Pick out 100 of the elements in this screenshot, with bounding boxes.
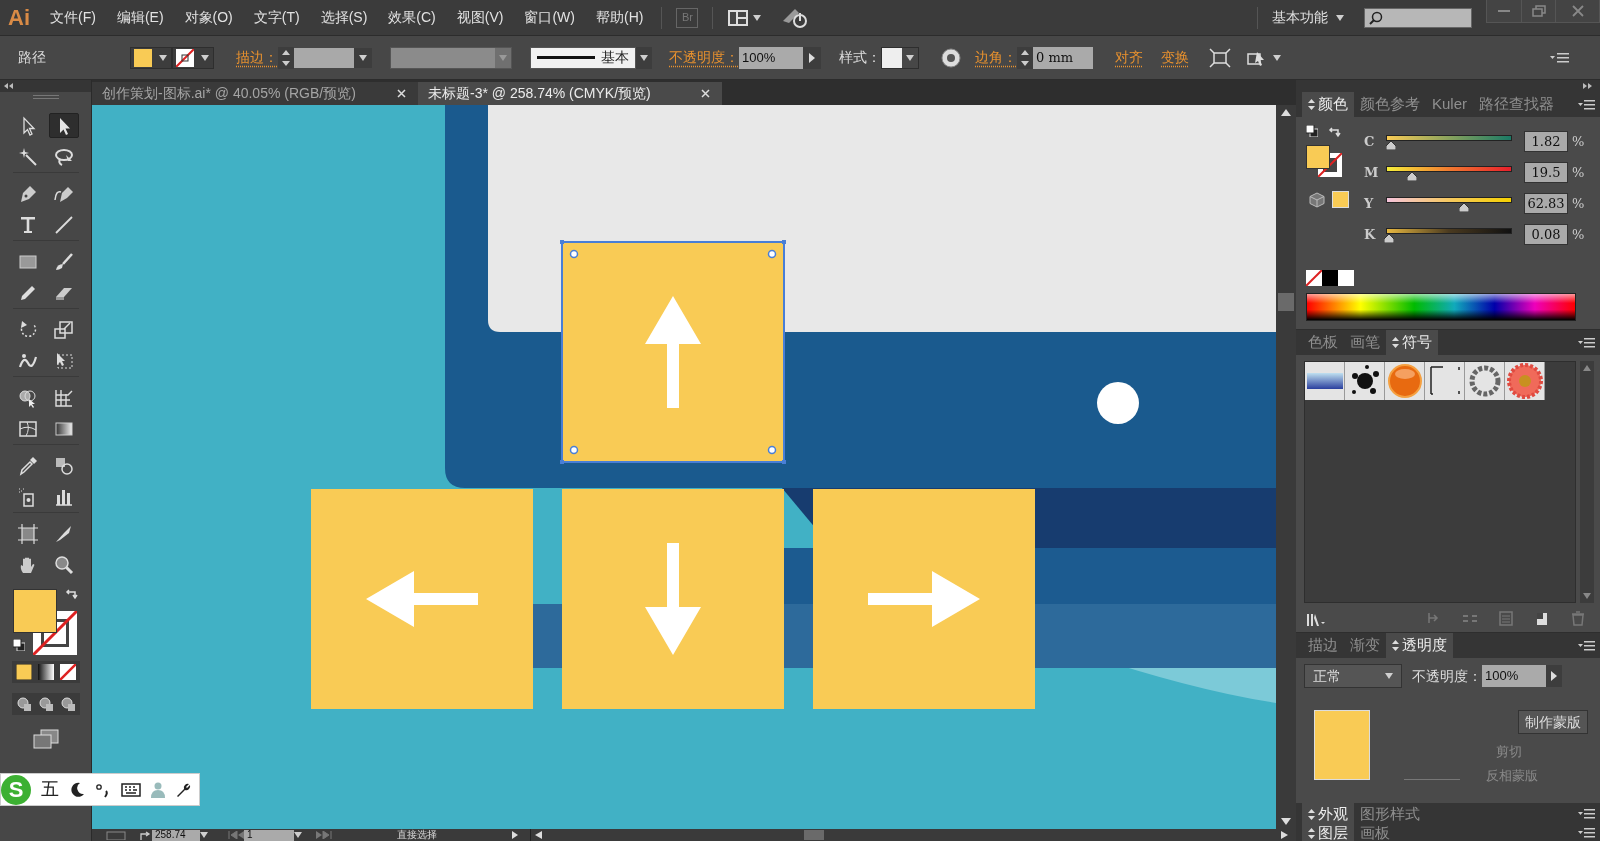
object-thumbnail[interactable] xyxy=(1314,710,1370,780)
next-page-icon[interactable] xyxy=(316,831,322,839)
collapse-icon[interactable] xyxy=(4,83,14,89)
panel-tab[interactable]: 描边 xyxy=(1302,633,1344,658)
default-colors-icon[interactable] xyxy=(12,639,25,651)
library-icon[interactable] xyxy=(1306,611,1326,626)
artboard-number-field[interactable]: 1 xyxy=(244,829,294,841)
draw-normal-icon[interactable] xyxy=(15,696,32,712)
opacity-field[interactable]: 100% xyxy=(739,46,803,69)
close-icon[interactable] xyxy=(701,89,710,98)
panel-menu-icon[interactable] xyxy=(1578,98,1596,111)
workspace-switcher[interactable]: 基本功能 xyxy=(1272,7,1328,28)
scale-icon[interactable] xyxy=(53,319,74,340)
menu-item[interactable]: 效果(C) xyxy=(388,7,436,28)
moon-icon[interactable] xyxy=(69,781,85,798)
transform-link[interactable]: 变换 xyxy=(1161,47,1189,68)
keyboard-icon[interactable] xyxy=(121,782,141,797)
gradient-mode-icon[interactable] xyxy=(37,664,54,680)
panel-tab[interactable]: 颜色 xyxy=(1302,92,1354,117)
default-fill-stroke-icon[interactable] xyxy=(1306,125,1318,137)
artboard-icon[interactable] xyxy=(17,523,38,544)
panel-tab[interactable]: 色板 xyxy=(1302,330,1344,355)
arrow-key[interactable] xyxy=(560,240,786,464)
panel-tab[interactable]: 透明度 xyxy=(1386,633,1453,658)
expand-icon[interactable] xyxy=(1582,83,1592,89)
variable-width-dropdown[interactable] xyxy=(390,46,512,69)
perspective-grid-icon[interactable] xyxy=(53,387,74,408)
value-field[interactable]: 0.08 xyxy=(1524,224,1568,245)
punctuation-icon[interactable] xyxy=(95,781,111,798)
wrench-icon[interactable] xyxy=(175,781,191,798)
panel-tab[interactable]: 符号 xyxy=(1386,330,1438,355)
recolor-icon[interactable] xyxy=(941,47,961,68)
color-mode-icon[interactable] xyxy=(15,664,32,680)
panel-tab[interactable]: 路径查找器 xyxy=(1473,92,1561,117)
graphic-style-dropdown[interactable] xyxy=(881,46,919,69)
document-tab[interactable]: 未标题-3* @ 258.74% (CMYK/预览) xyxy=(418,82,722,105)
input-mode-button[interactable]: 五 xyxy=(41,776,59,803)
caret-icon[interactable] xyxy=(294,832,302,838)
caret-icon[interactable] xyxy=(201,54,209,61)
none-swatch-icon[interactable] xyxy=(1306,270,1322,286)
lasso-icon[interactable] xyxy=(53,146,74,167)
new-symbol-icon[interactable] xyxy=(1534,611,1550,626)
cube-icon[interactable] xyxy=(1309,192,1325,208)
value-field[interactable]: 19.5 xyxy=(1524,162,1568,183)
brush-icon[interactable] xyxy=(53,251,74,272)
panel-tab[interactable]: 图层 xyxy=(1302,825,1354,841)
menu-item[interactable]: 文字(T) xyxy=(253,7,300,28)
flower-symbol[interactable] xyxy=(1505,362,1545,400)
panel-tab[interactable]: 渐变 xyxy=(1344,633,1386,658)
caret-icon[interactable] xyxy=(1385,673,1393,679)
menu-item[interactable]: 文件(F) xyxy=(50,7,96,28)
menu-item[interactable]: 对象(O) xyxy=(184,7,233,28)
panel-menu-icon[interactable] xyxy=(1578,808,1596,820)
caret-icon[interactable] xyxy=(1336,14,1344,21)
mesh-icon[interactable] xyxy=(17,418,38,439)
panel-tab[interactable]: 外观 xyxy=(1302,803,1354,825)
panel-menu-icon[interactable] xyxy=(1578,827,1596,839)
opacity-slider-button[interactable] xyxy=(1546,665,1562,687)
spinner-icon[interactable] xyxy=(278,46,294,69)
fill-dropdown[interactable] xyxy=(130,46,172,69)
spinner-icon[interactable] xyxy=(1017,46,1033,69)
sync-icon[interactable] xyxy=(781,6,810,29)
stroke-weight-field[interactable] xyxy=(294,46,372,69)
opacity-field[interactable]: 100% xyxy=(1482,665,1546,687)
caret-icon[interactable] xyxy=(159,54,167,61)
isolate-icon[interactable] xyxy=(1209,47,1231,68)
close-icon[interactable] xyxy=(397,89,406,98)
draw-inside-icon[interactable] xyxy=(59,696,76,712)
eyedropper-icon[interactable] xyxy=(17,455,38,476)
document-tab[interactable]: 创作策划-图标.ai* @ 40.05% (RGB/预览) xyxy=(92,82,418,105)
first-page-icon[interactable] xyxy=(228,831,238,839)
make-mask-button[interactable]: 制作蒙版 xyxy=(1518,710,1588,734)
status-menu-icon[interactable] xyxy=(512,831,518,839)
close-button[interactable] xyxy=(1555,0,1599,22)
panel-tab[interactable]: Kuler xyxy=(1426,92,1474,117)
layout-icon[interactable] xyxy=(727,8,750,27)
color-spectrum[interactable] xyxy=(1306,293,1576,321)
stroke-dropdown[interactable] xyxy=(172,46,214,69)
horizontal-scroll-thumb[interactable] xyxy=(804,830,824,840)
fill-swatch[interactable] xyxy=(12,589,57,633)
swap-icon[interactable] xyxy=(1328,125,1342,139)
blend-icon[interactable] xyxy=(53,455,74,476)
fill-swatch[interactable] xyxy=(1306,145,1330,169)
scroll-right-icon[interactable] xyxy=(1281,831,1288,839)
menu-item[interactable]: 选择(S) xyxy=(320,7,368,28)
stroke-label[interactable]: 描边： xyxy=(236,47,278,68)
menu-item[interactable]: 视图(V) xyxy=(456,7,504,28)
drag-grip[interactable] xyxy=(32,95,59,99)
minimize-button[interactable] xyxy=(1487,0,1521,22)
scroll-up-icon[interactable] xyxy=(1281,109,1291,116)
shape-builder-icon[interactable] xyxy=(17,387,38,408)
menu-item[interactable]: 窗口(W) xyxy=(524,7,575,28)
value-field[interactable]: 62.83 xyxy=(1524,193,1568,214)
menu-item[interactable]: 编辑(E) xyxy=(116,7,164,28)
corner-radius-field[interactable]: 0 mm xyxy=(1033,46,1093,69)
panel-menu-icon[interactable] xyxy=(1578,336,1596,349)
corner-label[interactable]: 边角： xyxy=(975,47,1017,68)
caret-icon[interactable] xyxy=(359,54,367,61)
caret-icon[interactable] xyxy=(1273,54,1281,61)
swap-icon[interactable] xyxy=(64,587,79,601)
